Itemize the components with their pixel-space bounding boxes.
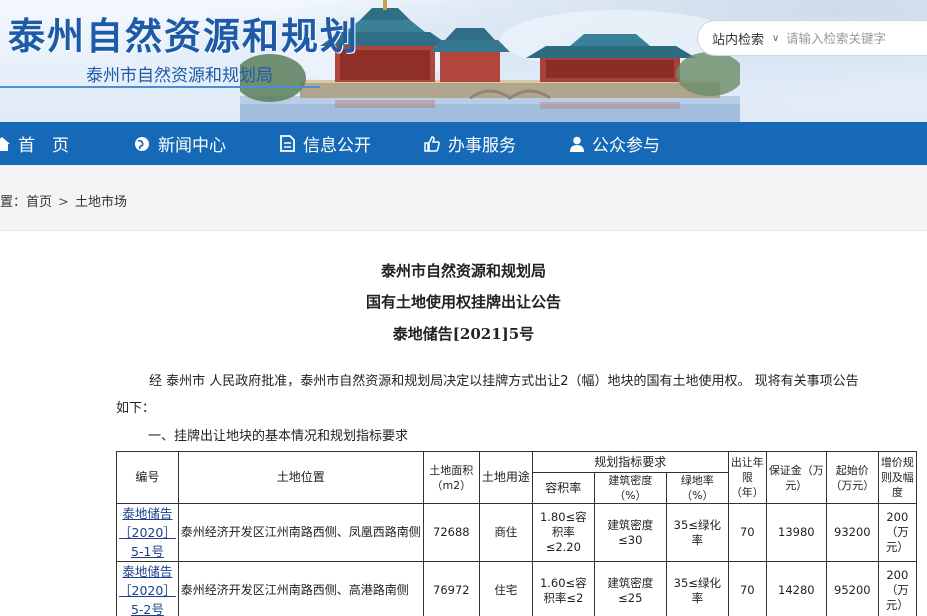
row-green: 35≤绿化率	[665, 503, 729, 562]
intro-paragraph-line1: 经 泰州市 人民政府批准，泰州市自然资源和规划局决定以挂牌方式出让2（幅）地块的…	[149, 374, 859, 389]
header-deposit: 保证金（万元）	[765, 451, 827, 504]
nav-item-news[interactable]: 新闻中心	[134, 122, 226, 165]
home-icon	[0, 136, 10, 151]
row-code-cell: 泰地储告［2020］5-2号	[116, 561, 179, 616]
row-location: 泰州经济开发区江州南路西侧、高港路南侧	[177, 561, 424, 616]
article-issuer-heading: 泰州市自然资源和规划局	[380, 262, 546, 280]
site-subtitle: 泰州市自然资源和规划局	[86, 66, 273, 86]
user-icon	[570, 136, 584, 152]
nav-label-home: 首 页	[18, 136, 69, 156]
title-divider	[0, 86, 320, 88]
article-title-heading: 国有土地使用权挂牌出让公告	[365, 293, 561, 311]
row-area: 72688	[422, 503, 480, 562]
table-header-row: 编号 土地位置 土地面积（m2） 土地用途 规划指标要求 出让年限（年） 保证金…	[116, 451, 917, 504]
row-density: 建筑密度≤30	[593, 503, 667, 562]
row-far: 1.80≤容积率≤2.20	[531, 503, 595, 562]
row-increment: 200（万元）	[877, 503, 917, 562]
nav-item-participation[interactable]: 公众参与	[570, 122, 660, 165]
breadcrumb-home-link[interactable]: 首页	[26, 195, 52, 210]
document-icon	[280, 135, 295, 152]
header-planning: 规划指标要求	[531, 451, 729, 473]
row-far: 1.60≤容积率≤2	[531, 561, 595, 616]
row-start-price: 93200	[825, 503, 879, 562]
header-increment: 增价规则及幅度	[877, 451, 917, 504]
breadcrumb-current-link[interactable]: 土地市场	[75, 195, 127, 210]
chevron-down-icon: ∨	[772, 32, 780, 44]
header-use: 土地用途	[478, 451, 533, 504]
breadcrumb-prefix: 置：	[0, 195, 27, 210]
row-location: 泰州经济开发区江州南路西侧、凤凰西路南侧	[177, 503, 424, 562]
main-nav: 首 页 新闻中心 信息公开 办事服务 公众参与	[0, 122, 927, 165]
row-deposit: 14280	[765, 561, 827, 616]
row-increment: 200（万元）	[877, 561, 917, 616]
parcel-code-link[interactable]: 泰地储告［2020］5-2号	[119, 564, 176, 616]
breadcrumb-separator: >	[58, 195, 69, 210]
table-row: 泰地储告［2020］5-1号 泰州经济开发区江州南路西侧、凤凰西路南侧 7268…	[116, 503, 917, 562]
breadcrumb-bar: 置：首页 > 土地市场	[0, 165, 927, 231]
row-deposit: 13980	[765, 503, 827, 562]
row-code-cell: 泰地储告［2020］5-1号	[116, 503, 179, 562]
site-title: 泰州自然资源和规划	[8, 15, 359, 58]
header-far: 容积率	[531, 472, 595, 504]
row-green: 35≤绿化率	[665, 561, 729, 616]
section-heading-1: 一、挂牌出让地块的基本情况和规划指标要求	[148, 429, 409, 444]
row-use: 住宅	[478, 561, 533, 616]
search-scope-label: 站内检索	[712, 32, 765, 48]
nav-item-services[interactable]: 办事服务	[424, 122, 516, 165]
row-term: 70	[727, 503, 767, 562]
globe-icon	[135, 136, 149, 151]
table-row: 泰地储告［2020］5-2号 泰州经济开发区江州南路西侧、高港路南侧 76972…	[116, 561, 917, 616]
header-code: 编号	[116, 451, 179, 504]
header-start-price: 起始价（万元）	[825, 451, 879, 504]
land-parcel-table: 编号 土地位置 土地面积（m2） 土地用途 规划指标要求 出让年限（年） 保证金…	[116, 451, 917, 616]
intro-paragraph-line2: 如下：	[116, 401, 156, 416]
article-number-heading: 泰地储告[2021]5号	[392, 325, 535, 343]
search-input[interactable]	[786, 30, 916, 46]
thumbs-up-icon	[424, 135, 440, 152]
row-term: 70	[727, 561, 767, 616]
breadcrumb: 置：首页 > 土地市场	[0, 191, 127, 210]
nav-label-services: 办事服务	[448, 136, 516, 156]
nav-label-disclosure: 信息公开	[303, 136, 371, 156]
search-scope-select[interactable]: 站内检索 ∨	[698, 29, 786, 48]
header-banner: 泰州自然资源和规划 泰州市自然资源和规划局 站内检索 ∨	[0, 0, 927, 122]
parcel-code-link[interactable]: 泰地储告［2020］5-1号	[119, 506, 176, 559]
row-use: 商住	[478, 503, 533, 562]
header-area: 土地面积（m2）	[422, 451, 480, 504]
header-density: 建筑密度（%）	[593, 472, 667, 504]
row-area: 76972	[422, 561, 480, 616]
row-start-price: 95200	[825, 561, 879, 616]
nav-item-disclosure[interactable]: 信息公开	[280, 122, 371, 165]
nav-item-home[interactable]: 首 页	[0, 122, 69, 165]
nav-label-participation: 公众参与	[592, 136, 660, 156]
header-green: 绿地率（%）	[665, 472, 729, 504]
search-box: 站内检索 ∨	[697, 20, 927, 56]
header-term: 出让年限（年）	[727, 451, 767, 504]
nav-label-news: 新闻中心	[158, 136, 226, 156]
row-density: 建筑密度≤25	[593, 561, 667, 616]
header-location: 土地位置	[177, 451, 424, 504]
